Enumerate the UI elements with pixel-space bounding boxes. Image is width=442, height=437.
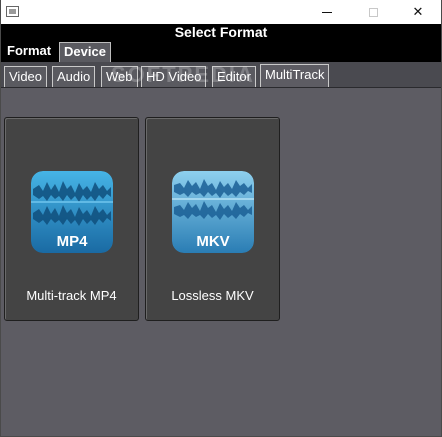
subtab-hd-video[interactable]: HD Video <box>141 66 207 87</box>
subtab-video[interactable]: Video <box>4 66 48 87</box>
format-card-mp4[interactable]: MP4 Multi-track MP4 <box>4 117 139 321</box>
app-window: ✕ Select Format Format Device Video Audi… <box>0 0 442 437</box>
minimize-icon <box>322 11 332 13</box>
minimize-button[interactable] <box>304 0 350 24</box>
mkv-waveform-icon: MKV <box>172 171 254 253</box>
sub-tab-bar: Video Audio Web HD Video Editor MultiTra… <box>1 62 441 88</box>
maximize-icon <box>368 7 378 17</box>
mp4-badge-text: MP4 <box>57 233 89 250</box>
title-bar[interactable]: ✕ <box>1 0 441 24</box>
dialog-title: Select Format <box>1 24 441 41</box>
app-window-icon <box>6 6 19 17</box>
tab-device[interactable]: Device <box>59 42 111 62</box>
maximize-button[interactable] <box>350 0 396 24</box>
subtab-web[interactable]: Web <box>101 66 138 87</box>
mkv-badge-text: MKV <box>196 233 229 250</box>
subtab-multitrack[interactable]: MultiTrack <box>260 64 330 87</box>
subtab-editor[interactable]: Editor <box>212 66 256 87</box>
format-card-mkv[interactable]: MKV Lossless MKV <box>145 117 280 321</box>
tab-format[interactable]: Format <box>2 41 57 62</box>
close-button[interactable]: ✕ <box>395 0 441 24</box>
subtab-audio[interactable]: Audio <box>52 66 96 87</box>
close-icon: ✕ <box>412 4 424 20</box>
format-label: Lossless MKV <box>171 288 254 303</box>
top-tab-bar: Format Device <box>1 41 441 62</box>
format-label: Multi-track MP4 <box>26 288 117 303</box>
format-grid: MP4 Multi-track MP4 MKV Lossless MKV <box>1 88 441 436</box>
mp4-waveform-icon: MP4 <box>31 171 113 253</box>
